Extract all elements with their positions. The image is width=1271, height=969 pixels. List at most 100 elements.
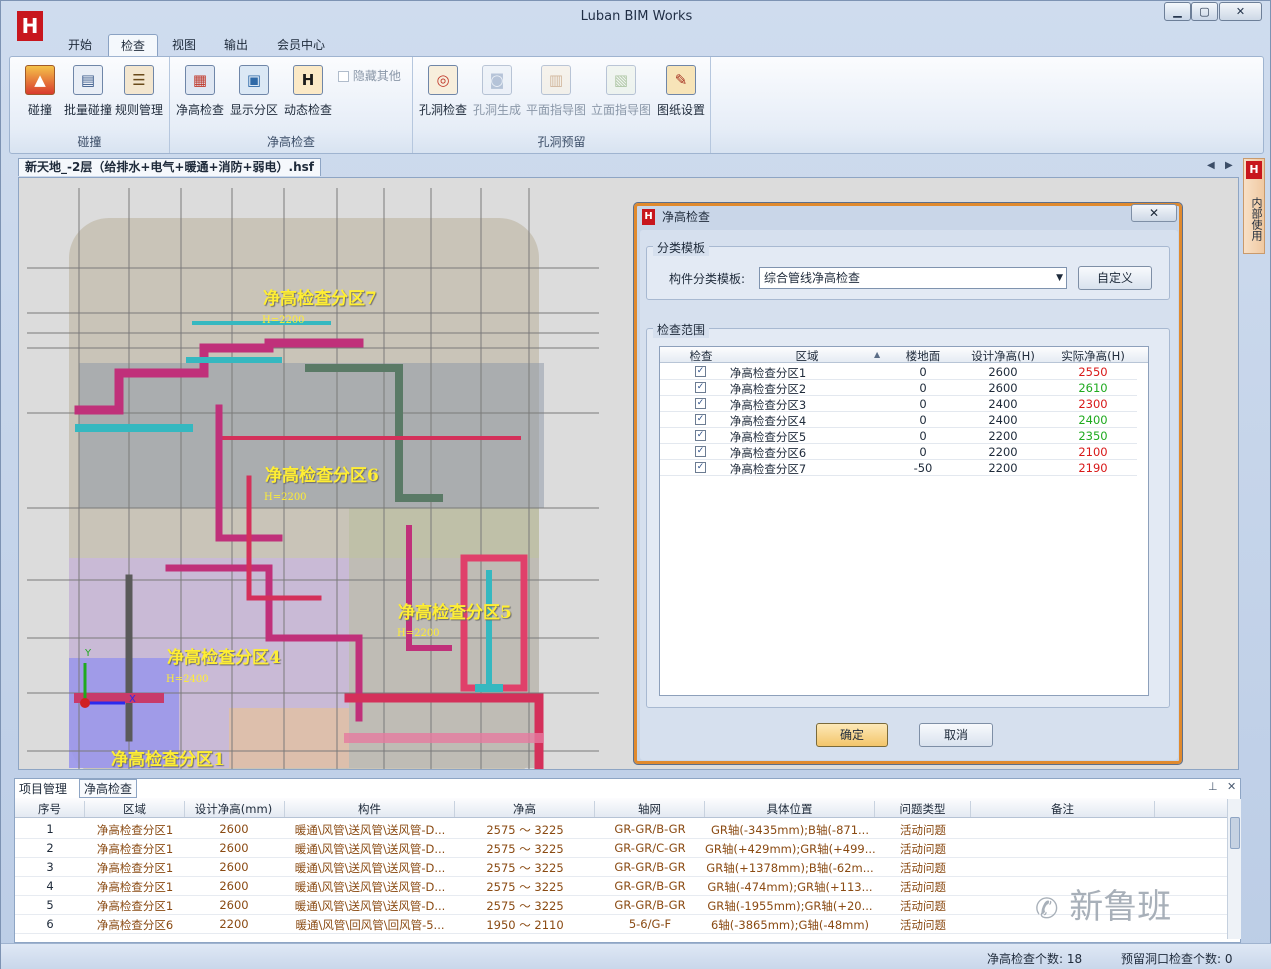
zone-row[interactable]: ✓ 净高检查分区5 0 2200 2350	[660, 428, 1137, 444]
scrollbar-thumb[interactable]	[1230, 817, 1240, 849]
side-panel-label: 内部使用	[1250, 197, 1263, 241]
document-tab[interactable]: 新天地_-2层（给排水+电气+暖通+消防+弱电）.hsf	[18, 158, 322, 176]
results-cell: 净高检查分区1	[96, 880, 174, 894]
results-col-header[interactable]: 设计净高(mm)	[183, 801, 285, 817]
zone-height-7: H=2200	[262, 315, 305, 326]
tab-check[interactable]: 检查	[108, 34, 158, 56]
template-select-value: 综合管线净高检查	[764, 271, 861, 285]
clearance-count: 净高检查个数: 18	[987, 952, 1083, 966]
close-window-button[interactable]: ✕	[1219, 2, 1262, 21]
zone-grid-header: 检查 区域 ▲ 楼地面 设计净高(H) 实际净高(H)	[660, 347, 1148, 363]
zone-row[interactable]: ✓ 净高检查分区6 0 2200 2100	[660, 444, 1137, 460]
results-cell: 4	[46, 879, 54, 893]
tab-start[interactable]: 开始	[59, 34, 101, 56]
results-col-header[interactable]: 构件	[285, 801, 455, 817]
template-group: 分类模板 构件分类模板: 综合管线净高检查 ▼ 自定义	[646, 239, 1170, 300]
zone-row[interactable]: ✓ 净高检查分区2 0 2600 2610	[660, 380, 1137, 396]
zone-row-checkbox[interactable]: ✓	[695, 382, 706, 393]
dialog-title: 净高检查	[662, 210, 711, 224]
zone-row-checkbox[interactable]: ✓	[695, 414, 706, 425]
results-cell: 5-6/G-F	[628, 917, 672, 931]
dialog-close-button[interactable]: ✕	[1131, 204, 1177, 222]
maximize-button[interactable]: ▢	[1191, 2, 1218, 21]
drawing-settings-button[interactable]: ✎ 图纸设置	[653, 65, 709, 121]
results-cell: 2600	[219, 860, 249, 874]
results-col-header[interactable]: 序号	[15, 801, 85, 817]
zone-row-checkbox[interactable]: ✓	[695, 398, 706, 409]
results-cell: 2575 ～ 3225	[486, 823, 564, 837]
rule-management-button[interactable]: ☰ 规则管理	[111, 65, 167, 121]
rule-management-icon: ☰	[124, 65, 154, 95]
results-col-header[interactable]: 净高	[455, 801, 595, 817]
tab-view[interactable]: 视图	[163, 34, 205, 56]
dynamic-check-button[interactable]: H 动态检查	[280, 65, 336, 121]
ok-button[interactable]: 确定	[816, 723, 888, 747]
results-row[interactable]: 2 净高检查分区1 2600 暖通\风管\送风管\送风管-D... 2575 ～ 322…	[15, 839, 1227, 858]
hide-others-checkbox[interactable]: 隐藏其他	[338, 67, 401, 84]
show-zones-icon: ▣	[239, 65, 269, 95]
template-label: 构件分类模板:	[669, 272, 746, 286]
zone-row[interactable]: ✓ 净高检查分区4 0 2400 2400	[660, 412, 1137, 428]
results-cell: 净高检查分区1	[96, 842, 174, 856]
results-col-header[interactable]: 备注	[971, 801, 1155, 817]
customize-button[interactable]: 自定义	[1078, 266, 1152, 290]
plan-guide-button[interactable]: ▥ 平面指导图	[526, 65, 586, 121]
zone-row-name: 净高检查分区2	[729, 382, 807, 396]
pin-icon[interactable]: ⊥	[1208, 780, 1218, 793]
results-col-header[interactable]: 区域	[85, 801, 185, 817]
results-cell: GR-GR/B-GR	[614, 822, 686, 836]
tab-member-center[interactable]: 会员中心	[269, 34, 333, 56]
minimize-button[interactable]: ▁	[1164, 2, 1191, 21]
zone-row-checkbox[interactable]: ✓	[695, 462, 706, 473]
results-cell: 活动问题	[900, 842, 946, 856]
zone-row-floor: 0	[919, 413, 927, 427]
results-scrollbar[interactable]	[1227, 799, 1241, 939]
results-cell: GR轴(-3435mm);B轴(-871...	[710, 823, 869, 837]
zone-row[interactable]: ✓ 净高检查分区1 0 2600 2550	[660, 364, 1137, 380]
zone-row-checkbox[interactable]: ✓	[695, 430, 706, 441]
results-cell: 净高检查分区1	[96, 899, 174, 913]
tab-scroll-right-icon[interactable]: ▶	[1225, 160, 1233, 171]
results-col-header[interactable]: 问题类型	[875, 801, 971, 817]
app-window: H Luban BIM Works ▁ ▢ ✕ 开始 检查 视图 输出 会员中心…	[0, 0, 1271, 969]
plan-guide-icon: ▥	[541, 65, 571, 95]
zone-row-checkbox[interactable]: ✓	[695, 366, 706, 377]
results-row[interactable]: 3 净高检查分区1 2600 暖通\风管\送风管\送风管-D... 2575 ～ 322…	[15, 858, 1227, 877]
results-cell: GR-GR/B-GR	[614, 879, 686, 893]
zone-row-checkbox[interactable]: ✓	[695, 446, 706, 457]
zone-row-design: 2400	[988, 397, 1018, 411]
results-row[interactable]: 1 净高检查分区1 2600 暖通\风管\送风管\送风管-D... 2575 ～ 322…	[15, 820, 1227, 839]
template-select[interactable]: 综合管线净高检查 ▼	[759, 267, 1067, 289]
tab-scroll-left-icon[interactable]: ◀	[1207, 160, 1215, 171]
results-cell: 2600	[219, 898, 249, 912]
zone-row-name: 净高检查分区5	[729, 430, 807, 444]
results-col-header[interactable]: 具体位置	[705, 801, 875, 817]
elevation-guide-button[interactable]: ▧ 立面指导图	[591, 65, 651, 121]
tab-clearance-check[interactable]: 净高检查	[79, 779, 138, 798]
zone-row[interactable]: ✓ 净高检查分区7 -50 2200 2190	[660, 460, 1137, 476]
results-cell: 暖通\风管\送风管\送风管-D...	[294, 823, 446, 837]
results-cell: 2	[46, 841, 54, 855]
col-floor[interactable]: 楼地面	[888, 348, 958, 364]
results-cell: 2600	[219, 841, 249, 855]
tab-output[interactable]: 输出	[215, 34, 257, 56]
status-bar: 净高检查个数: 18 预留洞口检查个数: 0	[1, 943, 1271, 969]
ribbon-group-label: 净高检查	[266, 135, 315, 149]
results-cell: 2200	[219, 917, 249, 931]
results-cell: 5	[46, 898, 54, 912]
hole-generate-button[interactable]: ◙ 孔洞生成	[469, 65, 525, 121]
hide-others-box[interactable]	[338, 71, 349, 82]
results-cell: GR-GR/C-GR	[614, 841, 686, 855]
results-cell: 暖通\风管\回风管\回风管-5...	[295, 918, 445, 932]
results-col-header[interactable]: 轴网	[595, 801, 705, 817]
zone-row-design: 2200	[988, 429, 1018, 443]
zone-row[interactable]: ✓ 净高检查分区3 0 2400 2300	[660, 396, 1137, 412]
col-actual-height[interactable]: 实际净高(H)	[1048, 348, 1138, 364]
cancel-button[interactable]: 取消	[919, 723, 993, 747]
results-cell: GR轴(-1955mm);GR轴(+20...	[707, 899, 873, 913]
col-zone[interactable]: 区域	[728, 348, 886, 364]
col-check[interactable]: 检查	[676, 348, 726, 364]
tab-project-management[interactable]: 项目管理	[19, 780, 67, 797]
close-panel-icon[interactable]: ✕	[1227, 780, 1236, 793]
col-design-height[interactable]: 设计净高(H)	[958, 348, 1048, 364]
